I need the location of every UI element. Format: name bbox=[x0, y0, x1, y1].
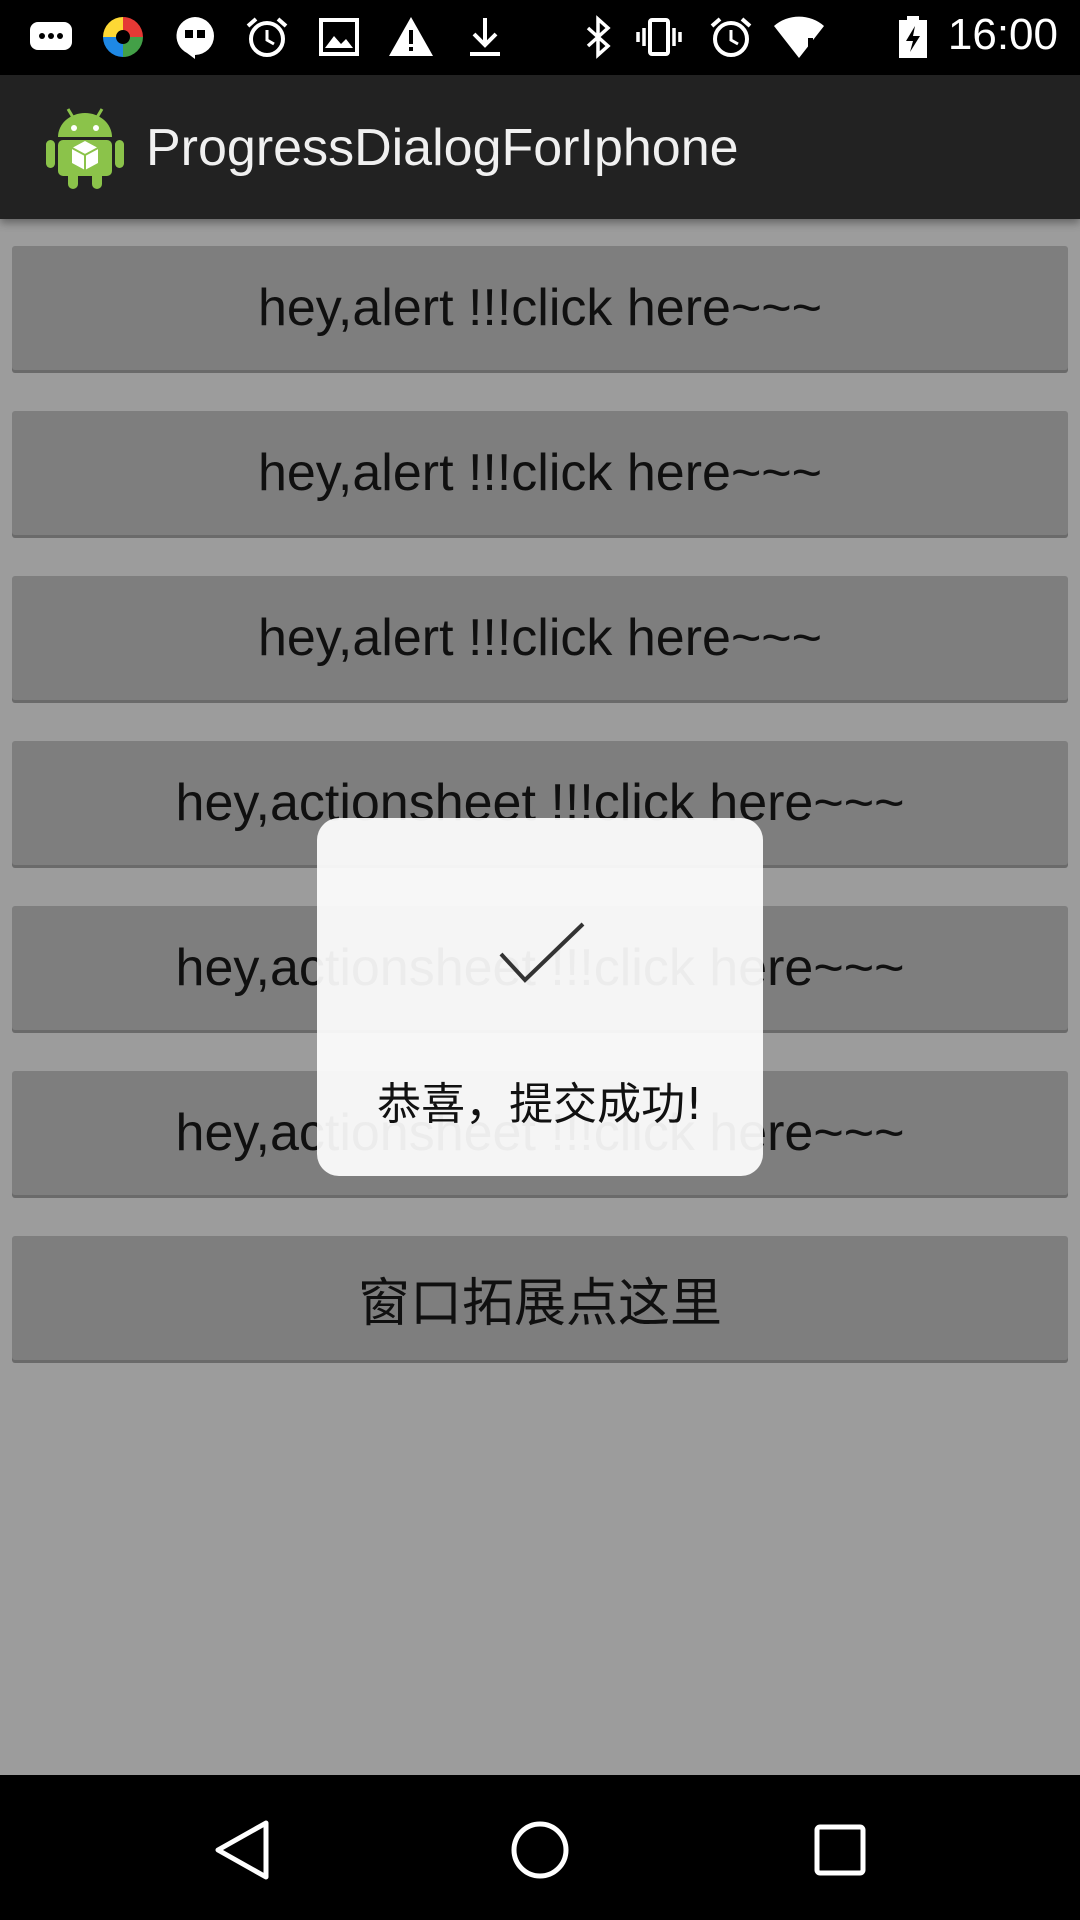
alarm-icon bbox=[246, 17, 288, 57]
back-icon[interactable] bbox=[206, 1815, 276, 1885]
pinwheel-icon bbox=[103, 17, 143, 57]
toast-message: 恭喜，提交成功! bbox=[377, 1079, 703, 1130]
recents-icon[interactable] bbox=[805, 1815, 875, 1885]
battery-icon bbox=[899, 16, 927, 58]
alert-button-1[interactable]: hey,alert !!!click here~~~ bbox=[12, 246, 1068, 370]
download-icon bbox=[470, 18, 500, 56]
alarm-icon bbox=[710, 17, 752, 57]
bluetooth-icon bbox=[586, 15, 611, 59]
home-icon[interactable] bbox=[505, 1815, 575, 1885]
image-icon bbox=[319, 18, 359, 56]
android-robot-icon bbox=[46, 108, 124, 189]
status-time: 16:00 bbox=[947, 10, 1058, 59]
status-bar: 16:00 bbox=[0, 0, 1080, 75]
action-bar: ProgressDialogForIphone bbox=[0, 75, 1080, 219]
warning-icon bbox=[389, 17, 433, 56]
chat-bubble-icon bbox=[30, 22, 72, 50]
checkmark-icon bbox=[499, 922, 585, 983]
window-extend-button[interactable]: 窗口拓展点这里 bbox=[12, 1236, 1068, 1360]
navigation-bar bbox=[0, 1775, 1080, 1920]
hangouts-icon bbox=[176, 17, 214, 59]
wifi-icon bbox=[774, 16, 824, 58]
alert-button-3[interactable]: hey,alert !!!click here~~~ bbox=[12, 576, 1068, 700]
app-title: ProgressDialogForIphone bbox=[146, 119, 739, 177]
success-toast: 恭喜，提交成功! bbox=[317, 818, 763, 1176]
vibrate-icon bbox=[636, 18, 682, 56]
alert-button-2[interactable]: hey,alert !!!click here~~~ bbox=[12, 411, 1068, 535]
